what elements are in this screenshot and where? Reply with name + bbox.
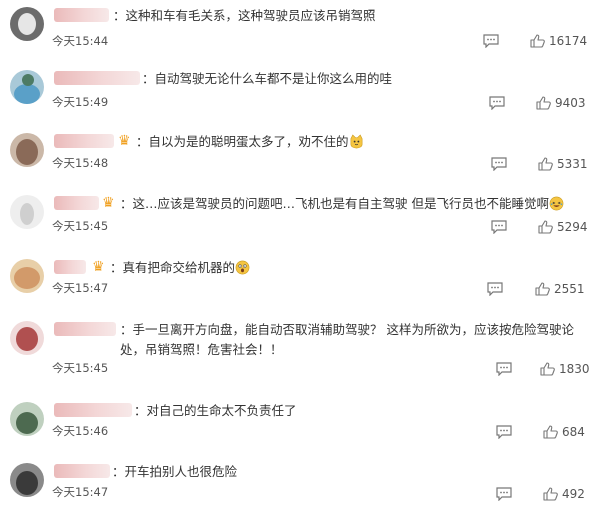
- reply-icon[interactable]: [496, 487, 512, 501]
- username[interactable]: [54, 71, 140, 85]
- like-button[interactable]: 5331: [538, 157, 588, 171]
- reply-icon[interactable]: [491, 157, 507, 171]
- comment-item: ：手一旦离开方向盘，能自动否取消辅助驾驶？ 这样为所欲为，应该按危险驾驶论处，吊…: [0, 317, 600, 385]
- like-count: 1830: [559, 362, 590, 376]
- comment-text: ：开车拍别人也很危险: [112, 464, 238, 479]
- timestamp: 今天15:47: [52, 281, 109, 295]
- shocked-emoji-icon: [235, 260, 250, 275]
- avatar[interactable]: [10, 195, 44, 229]
- comment-text: ：这…应该是驾驶员的问题吧…飞机也是有自主驾驶 但是飞行员也不能睡觉啊: [120, 194, 564, 214]
- thumbs-up-icon: [543, 425, 558, 439]
- timestamp: 今天15:45: [52, 361, 109, 375]
- timestamp: 今天15:48: [52, 156, 109, 170]
- crown-icon: ♛: [102, 195, 115, 211]
- comment-text: ：手一旦离开方向盘，能自动否取消辅助驾驶？ 这样为所欲为，应该按危险驾驶论处，吊…: [120, 322, 574, 357]
- avatar[interactable]: [10, 402, 44, 436]
- like-button[interactable]: 492: [543, 487, 585, 501]
- like-count: 16174: [549, 34, 588, 48]
- like-count: 684: [562, 425, 585, 439]
- crown-icon: ♛: [92, 259, 105, 275]
- thumbs-up-icon: [538, 220, 553, 234]
- comment-item: ：自动驾驶无论什么车都不是让你这么用的哇 今天15:49 9403: [0, 66, 600, 126]
- avatar[interactable]: [10, 463, 44, 497]
- comment-text: ：自动驾驶无论什么车都不是让你这么用的哇: [142, 71, 393, 86]
- like-count: 492: [562, 487, 585, 501]
- like-count: 9403: [555, 96, 586, 110]
- like-button[interactable]: 684: [543, 425, 585, 439]
- thumbs-up-icon: [538, 157, 553, 171]
- cat-emoji-icon: [350, 134, 362, 149]
- timestamp: 今天15:44: [52, 34, 109, 48]
- timestamp: 今天15:46: [52, 424, 109, 438]
- comment-item: ♛ ：自以为是的聪明蛋太多了，劝不住的 今天15:48 5331: [0, 129, 600, 189]
- timestamp: 今天15:45: [52, 219, 109, 233]
- comment-item: ：这种和车有毛关系，这种驾驶员应该吊销驾照 今天15:44 16174: [0, 3, 600, 63]
- avatar[interactable]: [10, 321, 44, 355]
- comment-text-body: ：这…应该是驾驶员的问题吧…飞机也是有自主驾驶 但是飞行员也不能睡觉啊: [120, 196, 549, 211]
- like-button[interactable]: 16174: [530, 34, 587, 48]
- reply-icon[interactable]: [496, 362, 512, 376]
- like-button[interactable]: 5294: [538, 220, 588, 234]
- username[interactable]: [54, 196, 99, 210]
- comment-text: ：这种和车有毛关系，这种驾驶员应该吊销驾照: [113, 8, 376, 23]
- comment-text: ：对自己的生命太不负责任了: [134, 403, 297, 418]
- like-button[interactable]: 1830: [540, 362, 590, 376]
- laughing-emoji-icon: [549, 196, 564, 211]
- reply-icon[interactable]: [487, 282, 503, 296]
- avatar[interactable]: [10, 133, 44, 167]
- like-button[interactable]: 2551: [535, 282, 585, 296]
- comment-text: ：自以为是的聪明蛋太多了，劝不住的: [136, 132, 364, 152]
- username[interactable]: [54, 322, 116, 336]
- like-count: 2551: [554, 282, 585, 296]
- avatar[interactable]: [10, 7, 44, 41]
- like-count: 5294: [557, 220, 588, 234]
- comment-text: ：真有把命交给机器的: [110, 258, 250, 278]
- reply-icon[interactable]: [496, 425, 512, 439]
- username[interactable]: [54, 403, 132, 417]
- thumbs-up-icon: [540, 362, 555, 376]
- comment-item: ：开车拍别人也很危险 今天15:47 492: [0, 459, 600, 519]
- comment-item: ：对自己的生命太不负责任了 今天15:46 684: [0, 398, 600, 458]
- reply-icon[interactable]: [491, 220, 507, 234]
- like-count: 5331: [557, 157, 588, 171]
- thumbs-up-icon: [535, 282, 550, 296]
- avatar[interactable]: [10, 259, 44, 293]
- reply-icon[interactable]: [489, 96, 505, 110]
- thumbs-up-icon: [530, 34, 545, 48]
- like-button[interactable]: 9403: [536, 96, 586, 110]
- username[interactable]: [54, 8, 109, 22]
- comment-item: ♛ ：真有把命交给机器的 今天15:47 2551: [0, 255, 600, 315]
- thumbs-up-icon: [543, 487, 558, 501]
- timestamp: 今天15:47: [52, 485, 109, 499]
- reply-icon[interactable]: [483, 34, 499, 48]
- comment-item: ♛ ：这…应该是驾驶员的问题吧…飞机也是有自主驾驶 但是飞行员也不能睡觉啊 今天…: [0, 191, 600, 251]
- comment-text-body: ：真有把命交给机器的: [110, 260, 236, 275]
- username[interactable]: [54, 464, 110, 478]
- timestamp: 今天15:49: [52, 95, 109, 109]
- thumbs-up-icon: [536, 96, 551, 110]
- avatar[interactable]: [10, 70, 44, 104]
- comment-text-body: ：自以为是的聪明蛋太多了，劝不住的: [136, 134, 349, 149]
- username[interactable]: [54, 260, 86, 274]
- username[interactable]: [54, 134, 114, 148]
- crown-icon: ♛: [118, 133, 131, 149]
